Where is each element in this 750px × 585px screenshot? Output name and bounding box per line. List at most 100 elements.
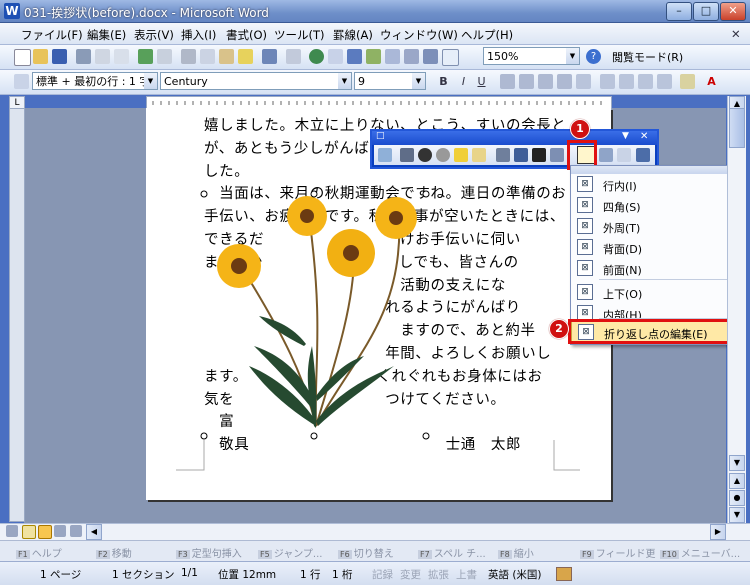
print-layout-icon[interactable] xyxy=(38,525,52,539)
function-key[interactable]: F9 フィールド更 xyxy=(580,545,656,560)
previous-page-icon[interactable]: ▲ xyxy=(729,473,745,489)
new-document-icon[interactable] xyxy=(14,49,31,66)
numbering-icon[interactable] xyxy=(600,74,615,89)
horizontal-scrollbar[interactable]: ◀ ▶ xyxy=(0,523,750,540)
close-button[interactable]: ✕ xyxy=(720,2,746,21)
paste-icon[interactable] xyxy=(219,49,234,64)
color-icon[interactable] xyxy=(400,148,414,162)
function-key[interactable]: F7 スペル チ... xyxy=(418,545,486,560)
scroll-right-icon[interactable]: ▶ xyxy=(710,524,726,540)
highlight-icon[interactable] xyxy=(680,74,695,89)
compress-icon[interactable] xyxy=(550,148,564,162)
vertical-scrollbar[interactable]: ▲ ▼ ▲ ● ▼ xyxy=(727,96,746,523)
status-rec[interactable]: 記録 xyxy=(372,567,393,582)
function-key[interactable]: F6 切り替え xyxy=(338,545,394,560)
wrap-menu-item[interactable]: ⊠ 前面(N) xyxy=(571,258,731,279)
reading-mode-button[interactable]: 閲覧モード(R) xyxy=(612,49,720,64)
bullets-icon[interactable] xyxy=(619,74,634,89)
permission-icon[interactable] xyxy=(76,49,91,64)
copy-icon[interactable] xyxy=(200,49,215,64)
chevron-down-icon[interactable]: ▼ xyxy=(566,48,579,64)
wrap-menu-item[interactable]: ⊠ 四角(S) xyxy=(571,195,731,216)
more-contrast-icon[interactable] xyxy=(418,148,432,162)
next-page-icon[interactable]: ▼ xyxy=(729,507,745,523)
scroll-thumb[interactable] xyxy=(729,108,745,148)
font-combo[interactable]: Century ▼ xyxy=(160,72,352,90)
chevron-down-icon[interactable]: ▼ xyxy=(412,73,425,89)
rotate-icon[interactable] xyxy=(514,148,528,162)
menu-grip[interactable] xyxy=(571,166,731,174)
menu-edit[interactable]: 編集(E) xyxy=(87,27,126,43)
redo-icon[interactable] xyxy=(286,49,301,64)
increase-indent-icon[interactable] xyxy=(657,74,672,89)
document-close-icon[interactable]: ✕ xyxy=(731,27,741,41)
menu-file[interactable]: ファイル(F) xyxy=(21,27,83,43)
print-icon[interactable] xyxy=(95,49,110,64)
help-icon[interactable]: ? xyxy=(586,49,601,64)
set-transparent-icon[interactable] xyxy=(617,148,631,162)
format-picture-icon[interactable] xyxy=(599,148,613,162)
wrap-menu-item[interactable]: ⊠ 上下(O) xyxy=(571,282,731,303)
show-formatting-icon[interactable] xyxy=(442,49,459,66)
bold-button[interactable]: B xyxy=(436,74,451,89)
function-key[interactable]: F10 メニューバ... xyxy=(660,545,740,560)
maximize-button[interactable]: □ xyxy=(693,2,719,21)
chevron-down-icon[interactable]: ▼ xyxy=(144,73,157,89)
zoom-combo[interactable]: 150% ▼ xyxy=(483,47,580,65)
wrap-menu-item[interactable]: ⊠ 外周(T) xyxy=(571,216,731,237)
decrease-indent-icon[interactable] xyxy=(638,74,653,89)
align-center-icon[interactable] xyxy=(519,74,534,89)
align-left-icon[interactable] xyxy=(500,74,515,89)
insert-picture-icon[interactable] xyxy=(378,148,392,162)
insert-excel-icon[interactable] xyxy=(366,49,381,64)
reset-picture-icon[interactable] xyxy=(636,148,650,162)
line-spacing-icon[interactable] xyxy=(576,74,591,89)
more-brightness-icon[interactable] xyxy=(454,148,468,162)
tables-borders-icon[interactable] xyxy=(328,49,343,64)
function-key[interactable]: F3 定型句挿入 xyxy=(176,545,242,560)
chevron-down-icon[interactable]: ▼ xyxy=(338,73,351,89)
select-browse-object-icon[interactable]: ● xyxy=(729,490,745,506)
wrap-menu-item[interactable]: ⊠ 背面(D) xyxy=(571,237,731,258)
normal-view-icon[interactable] xyxy=(6,525,18,537)
style-combo[interactable]: 標準 + 最初の行 : 1 字 ▼ xyxy=(32,72,158,90)
menu-format[interactable]: 書式(O) xyxy=(226,27,267,43)
italic-button[interactable]: I xyxy=(456,74,471,89)
toolbar-close-icon[interactable]: ✕ xyxy=(640,131,648,142)
function-key[interactable]: F2 移動 xyxy=(96,545,132,560)
drawing-icon[interactable] xyxy=(404,49,419,64)
menu-insert[interactable]: 挿入(I) xyxy=(181,27,216,43)
underline-button[interactable]: U xyxy=(474,74,489,89)
picture-toolbar-titlebar[interactable]: □ ▼ ✕ xyxy=(372,131,657,145)
status-ext[interactable]: 拡張 xyxy=(428,567,449,582)
menu-help[interactable]: ヘルプ(H) xyxy=(461,27,513,43)
crop-icon[interactable] xyxy=(496,148,510,162)
align-right-icon[interactable] xyxy=(538,74,553,89)
insert-table-icon[interactable] xyxy=(347,49,362,64)
status-ovr[interactable]: 上書 xyxy=(456,567,477,582)
outline-view-icon[interactable] xyxy=(54,525,66,537)
menu-table[interactable]: 罫線(A) xyxy=(333,27,373,43)
hyperlink-icon[interactable] xyxy=(309,49,324,64)
styles-pane-icon[interactable] xyxy=(14,74,29,89)
scroll-down-icon[interactable]: ▼ xyxy=(729,455,745,471)
minimize-button[interactable]: – xyxy=(666,2,692,21)
menu-tools[interactable]: ツール(T) xyxy=(274,27,325,43)
status-trk[interactable]: 変更 xyxy=(400,567,421,582)
undo-icon[interactable] xyxy=(262,49,277,64)
line-style-icon[interactable] xyxy=(532,148,546,162)
format-painter-icon[interactable] xyxy=(238,49,253,64)
toolbar-options-icon[interactable]: ▼ xyxy=(622,131,629,141)
function-key[interactable]: F1 ヘルプ xyxy=(16,545,62,560)
save-icon[interactable] xyxy=(52,49,67,64)
spelling-status-icon[interactable] xyxy=(556,567,572,581)
font-size-combo[interactable]: 9 ▼ xyxy=(354,72,426,90)
open-folder-icon[interactable] xyxy=(33,49,48,64)
wrap-menu-item[interactable]: ⊠ 行内(I) xyxy=(571,174,731,195)
less-contrast-icon[interactable] xyxy=(436,148,450,162)
document-map-icon[interactable] xyxy=(423,49,438,64)
reading-layout-icon[interactable] xyxy=(70,525,82,537)
vertical-ruler[interactable] xyxy=(9,108,25,522)
selection-handles[interactable] xyxy=(198,188,434,444)
less-brightness-icon[interactable] xyxy=(472,148,486,162)
